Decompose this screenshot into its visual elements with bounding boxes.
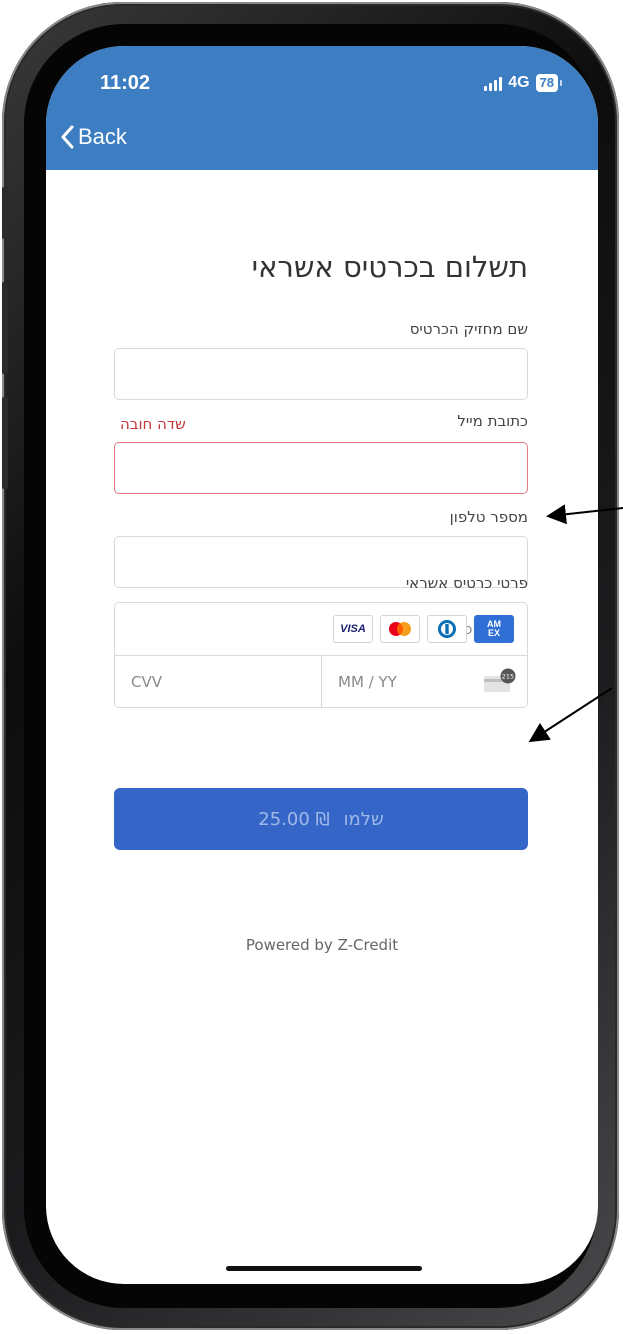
expiry-cvv-row: 215 — [115, 656, 527, 708]
back-button[interactable]: Back — [60, 124, 127, 150]
amex-icon: AM EX — [474, 615, 514, 643]
card-number-row: VISA — [115, 603, 527, 656]
battery-icon: 78 — [535, 74, 563, 92]
phone-screen: 11:02 4G 78 Back תשלום בכרטיס אשראי שם מ… — [46, 46, 598, 1284]
pay-button-amount: ₪ 25.00 — [258, 808, 330, 830]
powered-by-text: Powered by Z-Credit — [245, 936, 399, 954]
visa-icon: VISA — [333, 615, 373, 643]
email-label: כתובת מייל — [457, 412, 528, 430]
card-details-box: VISA — [114, 602, 528, 708]
page-title: תשלום בכרטיס אשראי — [251, 250, 528, 284]
status-time: 11:02 — [100, 72, 151, 94]
status-indicators: 4G 78 — [484, 74, 563, 92]
phone-label: מספר טלפון — [449, 508, 528, 526]
cvv-input[interactable] — [115, 656, 322, 708]
volume-down-button — [2, 397, 8, 489]
home-indicator — [226, 1266, 422, 1271]
pay-button[interactable]: שלמו ₪ 25.00 — [114, 788, 528, 850]
card-holder-label: שם מחזיק הכרטיס — [409, 320, 528, 338]
cvv-card-icon: 215 — [484, 668, 516, 692]
pay-button-label: שלמו — [343, 808, 384, 830]
email-input[interactable] — [114, 442, 528, 494]
signal-icon — [484, 75, 503, 91]
chevron-left-icon — [61, 125, 74, 149]
card-brands: VISA AM EX — [333, 615, 514, 643]
email-error-text: שדה חובה — [120, 415, 186, 433]
mastercard-icon — [380, 615, 420, 643]
card-holder-input[interactable] — [114, 348, 528, 400]
card-details-label: פרטי כרטיס אשראי — [405, 574, 528, 592]
svg-text:215: 215 — [502, 673, 514, 681]
volume-up-button — [2, 282, 8, 374]
back-label: Back — [78, 124, 127, 149]
diners-club-icon — [427, 615, 467, 643]
silent-switch — [2, 187, 8, 239]
app-header: 11:02 4G 78 Back — [46, 46, 598, 170]
network-type: 4G — [508, 74, 530, 91]
